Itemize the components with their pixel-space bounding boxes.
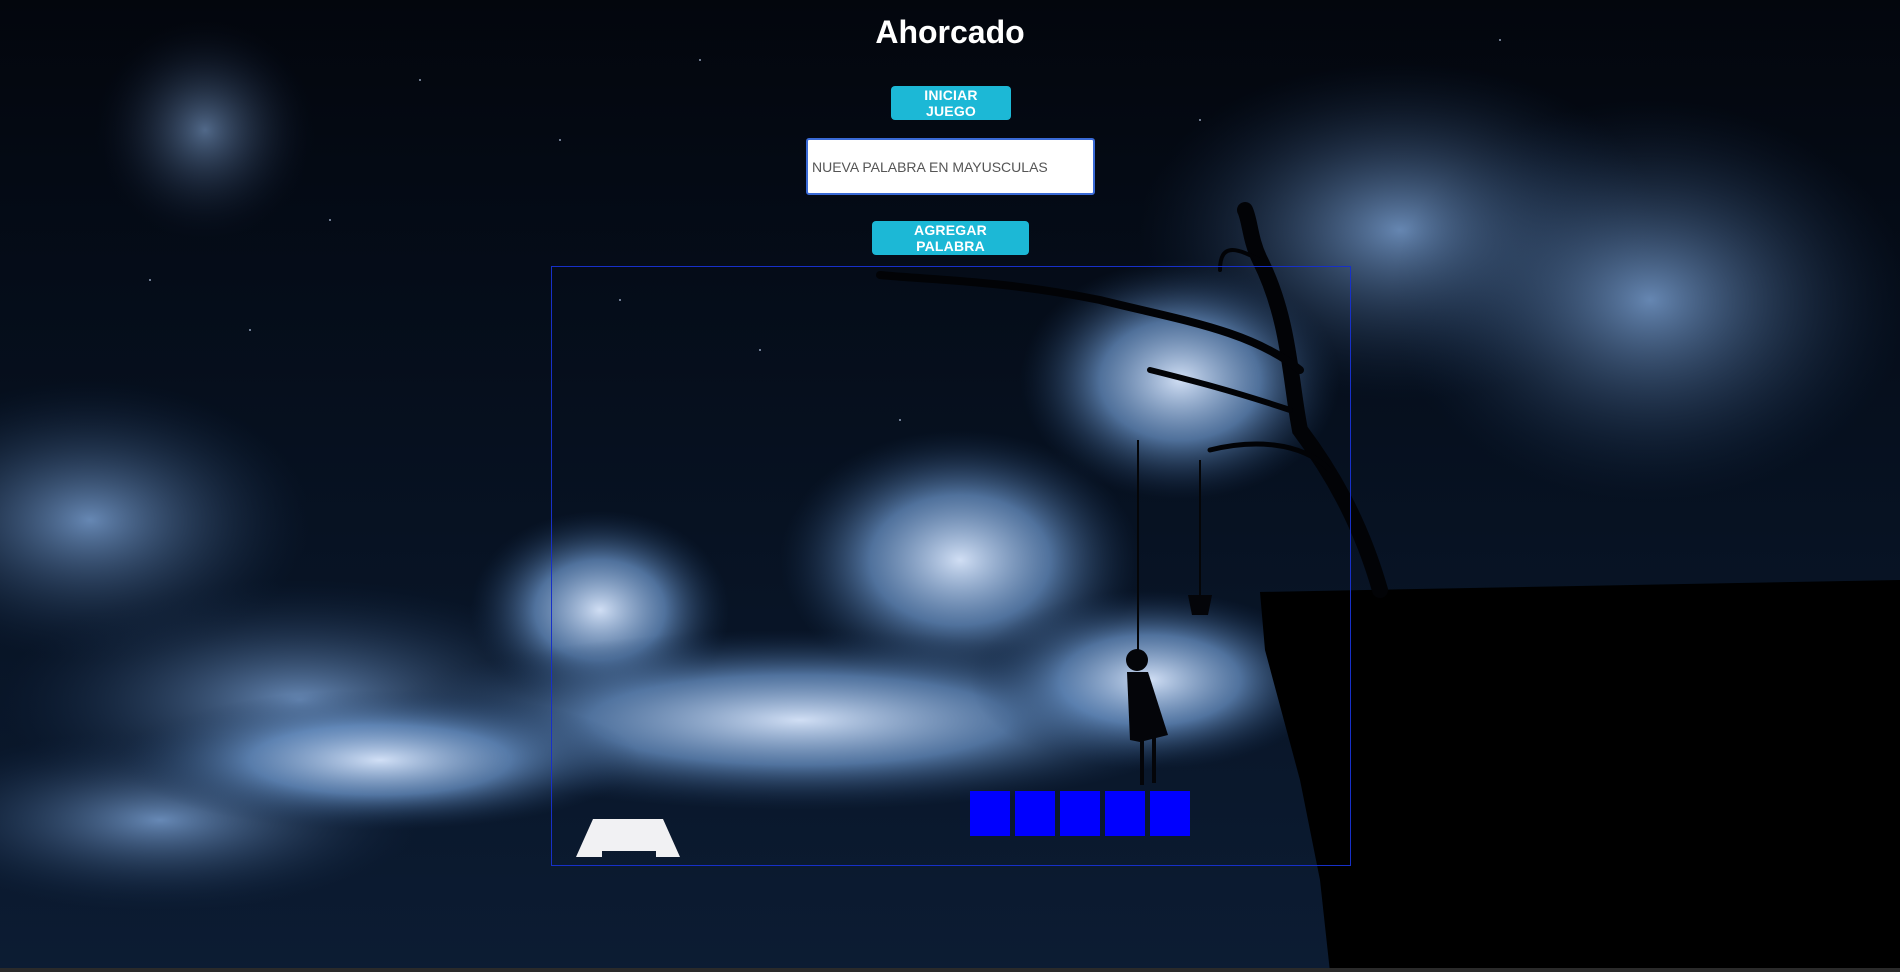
page-title: Ahorcado bbox=[875, 14, 1025, 50]
scrollbar-track bbox=[0, 968, 1900, 972]
letter-slot bbox=[1060, 791, 1100, 836]
letter-slots bbox=[970, 791, 1190, 836]
start-game-button[interactable]: INICIAR JUEGO bbox=[891, 86, 1011, 120]
letter-slot bbox=[970, 791, 1010, 836]
game-board-canvas bbox=[551, 266, 1351, 866]
new-word-input[interactable] bbox=[806, 138, 1095, 195]
add-word-button[interactable]: AGREGAR PALABRA bbox=[872, 221, 1029, 255]
letter-slot bbox=[1015, 791, 1055, 836]
letter-slot bbox=[1105, 791, 1145, 836]
gallows-base bbox=[576, 819, 680, 857]
letter-slot bbox=[1150, 791, 1190, 836]
